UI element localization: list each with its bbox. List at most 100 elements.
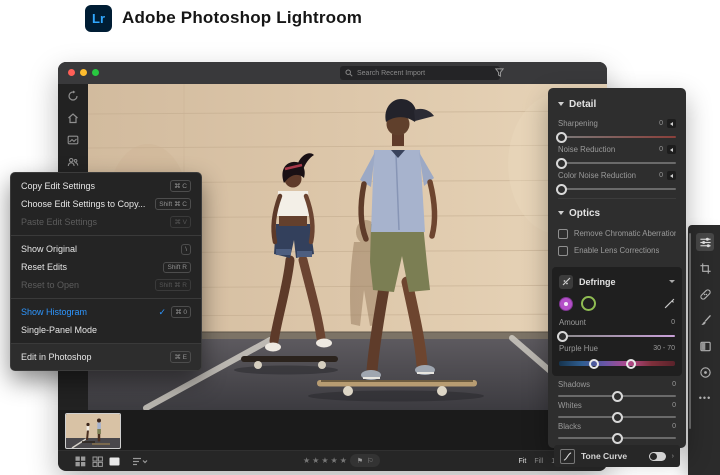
menu-item-show-histogram[interactable]: Show Histogram ✓ ⌘ 0	[11, 303, 201, 321]
checkbox[interactable]	[558, 229, 568, 239]
slider-label: Color Noise Reduction	[558, 171, 655, 180]
slider-label: Noise Reduction	[558, 145, 655, 154]
shortcut-badge: Shift ⌘ C	[155, 198, 191, 210]
star-icon[interactable]: ★	[312, 456, 319, 466]
page-title: Adobe Photoshop Lightroom	[122, 8, 362, 28]
whites-row: Whites 0	[558, 401, 676, 418]
thumbnail-image	[66, 414, 120, 448]
shortcut-badge: Shift R	[163, 262, 191, 273]
filter-icon[interactable]	[494, 67, 505, 78]
crop-tool[interactable]	[696, 259, 714, 277]
menu-item-label: Show Histogram	[21, 307, 154, 317]
menu-item-copy-edit-settings[interactable]: Copy Edit Settings ⌘ C	[11, 177, 201, 195]
panel-scrollbar[interactable]	[689, 233, 691, 429]
noise-reduction-slider[interactable]	[558, 162, 676, 164]
amount-label: Amount	[559, 318, 667, 327]
zoom-fit-button[interactable]: Fit	[519, 458, 527, 465]
shortcut-badge: \	[181, 244, 191, 255]
menu-item-reset-to-open: Reset to Open Shift ⌘ R	[11, 276, 201, 294]
detail-view-icon[interactable]	[109, 456, 120, 467]
bottom-toolbar: ★ ★ ★ ★ ★ ⚑ ⚐ Fit Fill 1:1	[58, 450, 607, 471]
menu-item-single-panel-mode[interactable]: Single-Panel Mode	[11, 321, 201, 339]
collapse-arrow-button[interactable]	[667, 119, 676, 128]
defringe-panel: Defringe Amount 0 Purple Hue 30 - 70	[552, 267, 682, 376]
slider-label: Blacks	[558, 422, 668, 431]
purple-hue-slider[interactable]	[559, 361, 675, 366]
optics-panel-header[interactable]: Optics	[558, 205, 676, 221]
window-titlebar: Search Recent Import	[58, 62, 607, 84]
checkbox[interactable]	[558, 246, 568, 256]
remove-chromatic-aberration-row[interactable]: Remove Chromatic Aberration	[558, 225, 676, 242]
minimize-window-button[interactable]	[80, 69, 87, 76]
chevron-down-icon[interactable]	[669, 280, 675, 283]
color-noise-reduction-slider[interactable]	[558, 188, 676, 190]
flag-buttons[interactable]: ⚑ ⚐	[350, 454, 380, 467]
page: Lr Adobe Photoshop Lightroom Search Rece…	[0, 0, 720, 475]
defringe-amount-slider[interactable]	[559, 335, 675, 337]
purple-fringe-swatch[interactable]	[559, 297, 573, 311]
home-icon[interactable]	[67, 112, 79, 124]
optics-panel-title: Optics	[569, 208, 600, 219]
collapse-arrow-button[interactable]	[667, 145, 676, 154]
menu-item-show-original[interactable]: Show Original \	[11, 240, 201, 258]
photo-grid-icon[interactable]	[67, 134, 79, 146]
sharpening-slider[interactable]	[558, 136, 676, 138]
zoom-fill-button[interactable]: Fill	[534, 458, 543, 465]
brush-tool[interactable]	[696, 311, 714, 329]
radial-gradient-tool[interactable]	[696, 363, 714, 381]
star-icon[interactable]: ★	[321, 456, 328, 466]
shadows-row: Shadows 0	[558, 380, 676, 397]
more-tools-button[interactable]: •••	[696, 389, 714, 407]
people-share-icon[interactable]	[67, 156, 79, 168]
menu-group: Copy Edit Settings ⌘ C Choose Edit Setti…	[11, 173, 201, 235]
zoom-window-button[interactable]	[92, 69, 99, 76]
reject-flag-icon[interactable]: ⚐	[367, 457, 373, 465]
amount-value: 0	[671, 319, 675, 326]
linear-gradient-tool[interactable]	[696, 337, 714, 355]
shortcut-badge: ⌘ V	[170, 216, 191, 228]
slider-label: Whites	[558, 401, 668, 410]
defringe-icon	[559, 275, 573, 289]
menu-item-reset-edits[interactable]: Reset Edits Shift R	[11, 258, 201, 276]
grid-view-icon[interactable]	[75, 456, 86, 467]
edit-sliders-tool[interactable]	[696, 233, 714, 251]
menu-item-choose-edit-settings[interactable]: Choose Edit Settings to Copy... Shift ⌘ …	[11, 195, 201, 213]
pick-flag-icon[interactable]: ⚑	[357, 457, 363, 465]
slider-value: 0	[672, 381, 676, 388]
star-icon[interactable]: ★	[303, 456, 310, 466]
detail-panel-header[interactable]: Detail	[558, 96, 676, 112]
menu-item-label: Reset Edits	[21, 262, 158, 272]
enable-lens-corrections-row[interactable]: Enable Lens Corrections	[558, 242, 676, 259]
sort-icon[interactable]	[132, 456, 148, 467]
hue-handle-high[interactable]	[626, 359, 636, 369]
close-window-button[interactable]	[68, 69, 75, 76]
star-icon[interactable]: ★	[331, 456, 338, 466]
chevron-down-icon	[558, 102, 564, 106]
tone-curve-toggle[interactable]	[649, 452, 666, 461]
eyedropper-icon[interactable]	[664, 298, 675, 309]
lightroom-logo-text: Lr	[92, 11, 105, 26]
search-input[interactable]: Search Recent Import	[340, 66, 500, 80]
collapse-arrow-button[interactable]	[667, 171, 676, 180]
menu-item-label: Choose Edit Settings to Copy...	[21, 199, 150, 209]
menu-item-paste-edit-settings: Paste Edit Settings ⌘ V	[11, 213, 201, 231]
edit-tool-strip: •••	[688, 225, 720, 475]
tone-curve-row[interactable]: Tone Curve ›	[554, 445, 680, 467]
star-icon[interactable]: ★	[340, 456, 347, 466]
star-rating[interactable]: ★ ★ ★ ★ ★	[303, 456, 347, 466]
blacks-slider[interactable]	[558, 437, 676, 439]
sync-cloud-icon[interactable]	[67, 90, 79, 102]
menu-item-edit-in-photoshop[interactable]: Edit in Photoshop ⌘ E	[11, 348, 201, 366]
tone-curve-icon	[560, 449, 575, 464]
square-grid-view-icon[interactable]	[92, 456, 103, 467]
hue-handle-low[interactable]	[589, 359, 599, 369]
menu-item-label: Copy Edit Settings	[21, 181, 165, 191]
shortcut-badge: ⌘ C	[170, 180, 191, 192]
noise-reduction-row: Noise Reduction 0	[558, 144, 676, 164]
slider-label: Sharpening	[558, 119, 655, 128]
whites-slider[interactable]	[558, 416, 676, 418]
green-fringe-swatch[interactable]	[581, 296, 596, 311]
shadows-slider[interactable]	[558, 395, 676, 397]
filmstrip-thumbnail[interactable]	[66, 414, 120, 448]
healing-brush-tool[interactable]	[696, 285, 714, 303]
